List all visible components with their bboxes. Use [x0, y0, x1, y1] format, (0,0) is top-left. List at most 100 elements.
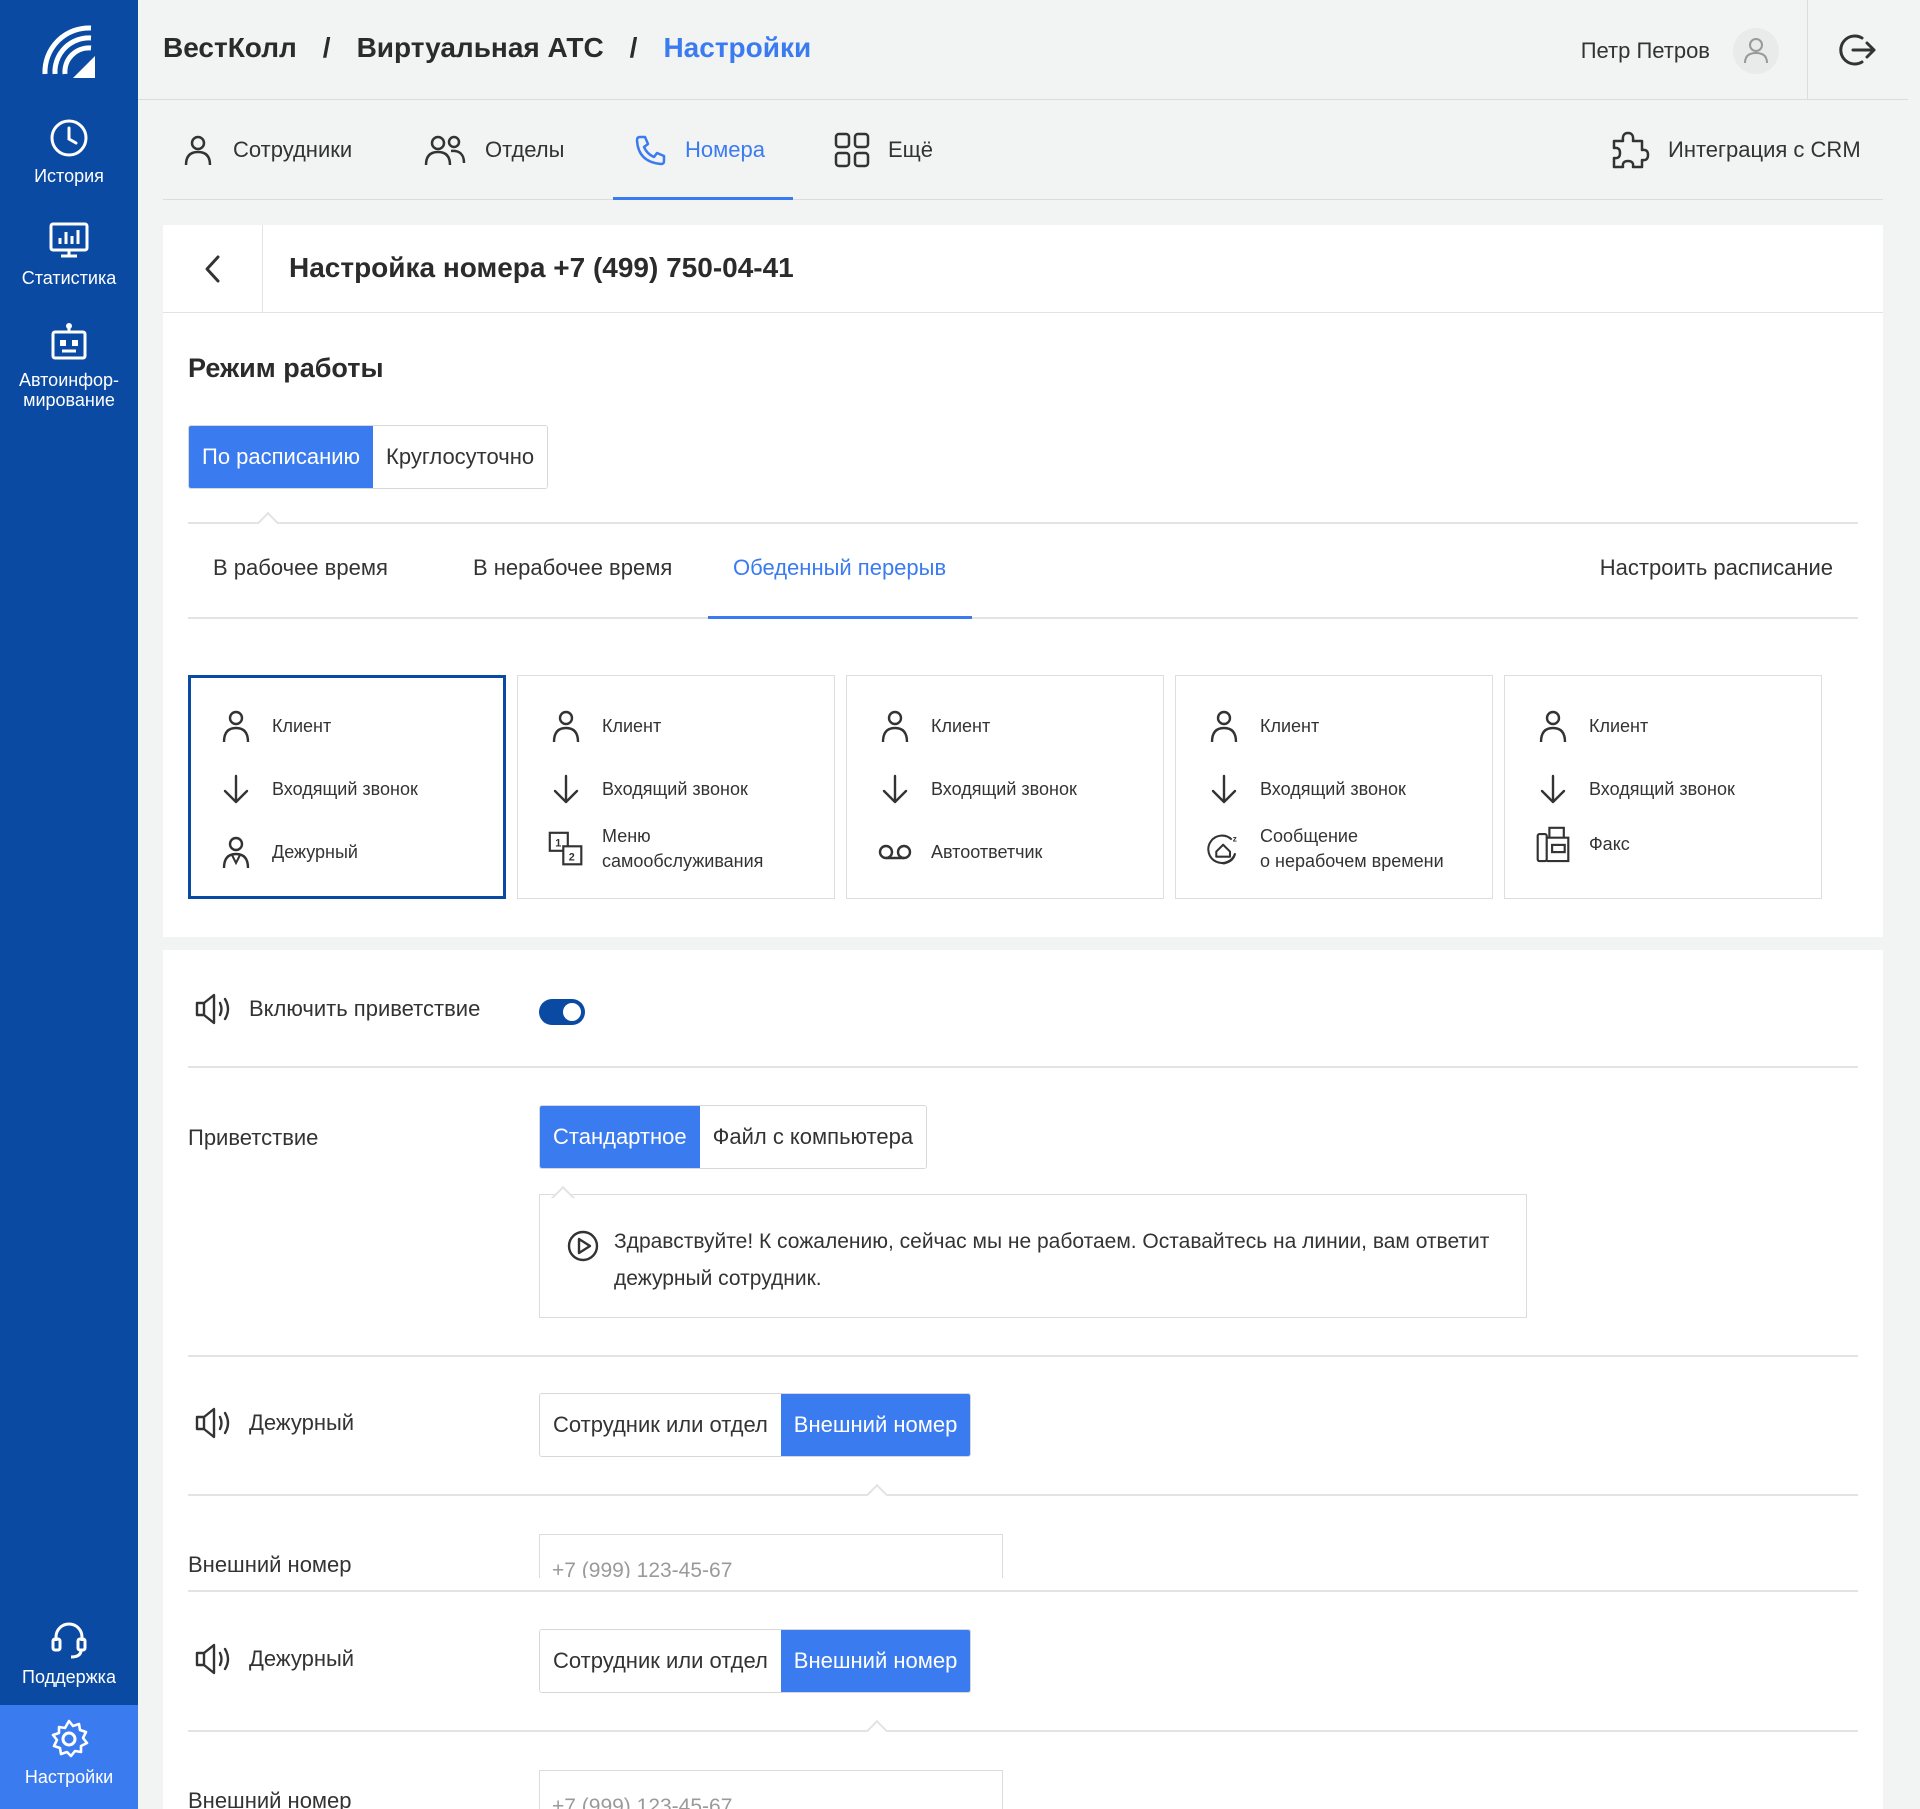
- sidebar-item-label: История: [34, 166, 104, 186]
- duty-employee-button[interactable]: Сотрудник или отдел: [540, 1630, 781, 1692]
- robot-icon: [51, 323, 87, 360]
- scenario-card-fax[interactable]: Клиент Входящий звонок Факс: [1504, 675, 1822, 899]
- person-icon: [552, 710, 580, 743]
- scenario-card-ivr[interactable]: Клиент Входящий звонок 12 Меню самообслуж…: [517, 675, 835, 899]
- enable-greeting-label: Включить приветствие: [249, 996, 481, 1021]
- header: ВестКолл / Виртуальная АТС / Настройки П…: [138, 0, 1908, 100]
- home-sleep-icon: z: [1207, 833, 1237, 865]
- greeting-standard-button[interactable]: Стандартное: [540, 1106, 700, 1168]
- external-number-row: Внешний номер: [163, 1520, 1883, 1578]
- breadcrumb: ВестКолл / Виртуальная АТС / Настройки: [163, 32, 811, 64]
- speaker-icon: [195, 993, 230, 1025]
- top-nav: Сотрудники Отделы Номера Ещё Интеграция …: [163, 100, 1883, 200]
- svg-text:2: 2: [569, 852, 575, 864]
- divider: [188, 1590, 1858, 1592]
- card-row-target: 12 Меню самообслуживания: [548, 824, 763, 874]
- duty-employee-button[interactable]: Сотрудник или отдел: [540, 1394, 781, 1456]
- user-name[interactable]: Петр Петров: [1581, 38, 1710, 64]
- panel-header: Настройка номера +7 (499) 750-04-41: [163, 225, 1883, 313]
- speaker-icon: [195, 1643, 230, 1675]
- person-icon: [184, 135, 212, 166]
- duty-type-switch: Сотрудник или отдел Внешний номер: [539, 1629, 972, 1693]
- duty-person-icon: [222, 836, 250, 869]
- number-settings-panel: Настройка номера +7 (499) 750-04-41 Режи…: [163, 225, 1883, 937]
- tab-more[interactable]: Ещё: [834, 100, 933, 200]
- duty-row: Дежурный: [193, 1642, 354, 1676]
- pointer-notch: [863, 1718, 891, 1732]
- chevron-left-icon: [205, 255, 219, 283]
- external-number-row: Внешний номер: [163, 1756, 1883, 1809]
- tab-non-working-hours[interactable]: В нерабочее время: [473, 555, 672, 581]
- card-row-incoming: Входящий звонок: [218, 771, 418, 807]
- sidebar-item-label: Настройки: [24, 1767, 114, 1787]
- card-row-incoming: Входящий звонок: [1535, 771, 1735, 807]
- external-number-field[interactable]: [539, 1770, 1003, 1809]
- duty-label: Дежурный: [249, 1410, 355, 1435]
- divider: [188, 1355, 1858, 1357]
- phone-icon: [635, 135, 666, 166]
- tab-label: Ещё: [888, 137, 934, 162]
- arrow-down-icon: [553, 774, 579, 804]
- sidebar-item-settings[interactable]: Настройки: [0, 1705, 138, 1809]
- duty-external-button[interactable]: Внешний номер: [780, 1394, 971, 1456]
- enable-greeting-toggle[interactable]: [539, 999, 585, 1025]
- arrow-down-icon: [223, 774, 249, 804]
- external-number-input[interactable]: [540, 1771, 1002, 1809]
- external-number-field[interactable]: [539, 1534, 1003, 1578]
- configure-schedule-link[interactable]: Настроить расписание: [1600, 555, 1833, 581]
- card-row-incoming: Входящий звонок: [877, 771, 1077, 807]
- sidebar-item-autoinform[interactable]: Автоинфор- мирование: [0, 320, 138, 410]
- headset-icon: [51, 1622, 87, 1659]
- sidebar-item-statistics[interactable]: Статистика: [0, 218, 138, 289]
- breadcrumb-separator: /: [322, 32, 331, 63]
- greeting-message-text: Здравствуйте! К сожалению, сейчас мы не …: [614, 1230, 1490, 1290]
- card-row-target: z Сообщение о нерабочем времени: [1206, 824, 1444, 874]
- back-button[interactable]: [163, 225, 263, 313]
- breadcrumb-separator: /: [629, 32, 638, 63]
- breadcrumb-pbx[interactable]: Виртуальная АТС: [357, 32, 604, 64]
- breadcrumb-company[interactable]: ВестКолл: [163, 32, 297, 64]
- external-number-input[interactable]: [540, 1535, 1002, 1578]
- sidebar-item-history[interactable]: История: [0, 116, 138, 187]
- card-row-incoming: Входящий звонок: [548, 771, 748, 807]
- tab-label: Отделы: [485, 137, 565, 162]
- grid-icon: [834, 132, 870, 168]
- person-icon: [1539, 710, 1567, 743]
- card-row-client: Клиент: [218, 708, 331, 744]
- tab-numbers[interactable]: Номера: [633, 100, 765, 200]
- logo-icon[interactable]: [35, 18, 101, 84]
- duty-external-button[interactable]: Внешний номер: [780, 1630, 971, 1692]
- sidebar-item-support[interactable]: Поддержка: [0, 1617, 138, 1688]
- arrow-down-icon: [1540, 774, 1566, 804]
- person-icon: [881, 710, 909, 743]
- scenario-card-voicemail[interactable]: Клиент Входящий звонок Автоответчик: [846, 675, 1164, 899]
- divider: [188, 1730, 1858, 1732]
- avatar[interactable]: [1733, 28, 1779, 74]
- person-icon: [222, 710, 250, 743]
- play-circle-icon[interactable]: [566, 1229, 600, 1263]
- logout-icon[interactable]: [1838, 30, 1878, 70]
- crm-integration-link[interactable]: Интеграция с CRM: [1608, 100, 1861, 200]
- tab-working-hours[interactable]: В рабочее время: [213, 555, 388, 581]
- tab-employees[interactable]: Сотрудники: [181, 100, 352, 200]
- puzzle-icon: [1612, 131, 1650, 169]
- mode-24h-button[interactable]: Круглосуточно: [373, 426, 548, 488]
- duty-type-switch: Сотрудник или отдел Внешний номер: [539, 1393, 972, 1457]
- scenario-card-duty[interactable]: Клиент Входящий звонок Дежурный: [188, 675, 506, 899]
- tab-lunch-break[interactable]: Обеденный перерыв: [733, 555, 946, 581]
- divider: [188, 1494, 1858, 1496]
- tab-departments[interactable]: Отделы: [423, 100, 564, 200]
- tab-label: Номера: [685, 137, 765, 162]
- enable-greeting-row: Включить приветствие: [193, 992, 480, 1026]
- card-row-client: Клиент: [1206, 708, 1319, 744]
- sidebar: История Статистика Автоинфор- мирование …: [0, 0, 138, 1809]
- mode-schedule-button[interactable]: По расписанию: [189, 426, 374, 488]
- greeting-file-button[interactable]: Файл с компьютера: [699, 1106, 927, 1168]
- duty-label: Дежурный: [249, 1646, 355, 1671]
- header-divider: [1807, 0, 1808, 100]
- sidebar-item-label: Поддержка: [22, 1667, 116, 1687]
- pointer-notch: [254, 510, 282, 524]
- scenario-card-off-hours-message[interactable]: Клиент Входящий звонок z Сообщение о нера…: [1175, 675, 1493, 899]
- speaker-icon: [195, 1407, 230, 1439]
- pointer-notch: [549, 1184, 577, 1198]
